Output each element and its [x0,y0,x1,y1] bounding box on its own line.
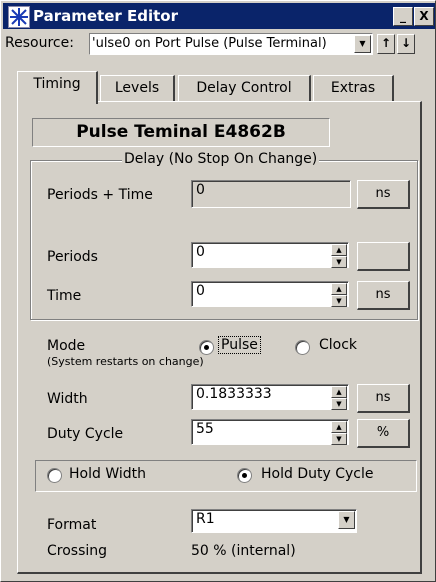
tab-delay-control[interactable]: Delay Control [178,75,311,102]
app-icon [8,6,30,28]
resource-row: Resource: 'ulse0 on Port Pulse (Pulse Te… [3,32,435,56]
format-value: R1 [196,511,215,527]
up-arrow-button[interactable]: ↑ [377,34,395,54]
hold-duty-cycle-label[interactable]: Hold Duty Cycle [261,466,373,482]
duty-cycle-unit-button[interactable]: % [357,419,410,448]
format-select[interactable]: R1 ▼ [191,509,357,533]
mode-clock-label[interactable]: Clock [319,337,357,353]
periods-unit-button[interactable] [357,242,410,271]
periods-label: Periods [47,249,98,265]
format-label: Format [47,517,97,533]
mode-note: (System restarts on change) [47,355,204,368]
width-input[interactable]: 0.1833333 ▲ ▼ [191,384,349,410]
parameter-editor-window: Parameter Editor _ X Resource: 'ulse0 on… [0,0,436,582]
time-unit-button[interactable]: ns [357,281,410,310]
periods-value: 0 [196,244,205,260]
time-value: 0 [196,283,205,299]
time-label: Time [47,288,82,304]
window-title: Parameter Editor [33,7,178,25]
width-value: 0.1833333 [196,386,272,402]
width-spinner[interactable]: ▲ ▼ [331,386,347,410]
time-spinner[interactable]: ▲ ▼ [331,283,347,307]
duty-cycle-spinner[interactable]: ▲ ▼ [331,421,347,445]
periods-spinner[interactable]: ▲ ▼ [331,244,347,268]
mode-pulse-label[interactable]: Pulse [218,336,261,354]
tab-levels[interactable]: Levels [100,75,175,102]
hold-width-radio[interactable] [47,468,62,483]
crossing-label: Crossing [47,543,108,559]
periods-time-value: 0 [196,182,205,198]
resource-value: 'ulse0 on Port Pulse (Pulse Terminal) [92,36,327,51]
title-bar[interactable]: Parameter Editor _ X [3,3,435,29]
chevron-down-icon[interactable]: ▼ [338,511,355,529]
time-input[interactable]: 0 ▲ ▼ [191,281,349,307]
duty-cycle-value: 55 [196,421,214,437]
duty-cycle-input[interactable]: 55 ▲ ▼ [191,419,349,445]
down-arrow-button[interactable]: ↓ [397,34,415,54]
tab-timing[interactable]: Timing [17,71,98,104]
mode-pulse-radio[interactable] [199,340,214,355]
crossing-value: 50 % (internal) [191,543,296,559]
width-unit-button[interactable]: ns [357,384,410,413]
duty-cycle-label: Duty Cycle [47,426,124,442]
minimize-button[interactable]: _ [393,7,413,26]
width-label: Width [47,391,88,407]
periods-time-field: 0 [191,180,351,208]
periods-time-label: Periods + Time [47,187,153,203]
mode-label: Mode [47,338,86,354]
mode-clock-radio[interactable] [295,340,310,355]
close-button[interactable]: X [414,7,434,26]
hold-duty-cycle-radio[interactable] [237,468,252,483]
resource-label: Resource: [5,35,74,51]
resource-select[interactable]: 'ulse0 on Port Pulse (Pulse Terminal) ▼ [89,33,373,55]
periods-input[interactable]: 0 ▲ ▼ [191,242,349,268]
device-title: Pulse Teminal E4862B [32,118,330,147]
periods-time-unit-button[interactable]: ns [357,180,410,209]
chevron-down-icon[interactable]: ▼ [354,35,371,53]
hold-width-label[interactable]: Hold Width [69,466,146,482]
delay-group-title: Delay (No Stop On Change) [122,151,320,167]
tab-extras[interactable]: Extras [313,75,394,102]
